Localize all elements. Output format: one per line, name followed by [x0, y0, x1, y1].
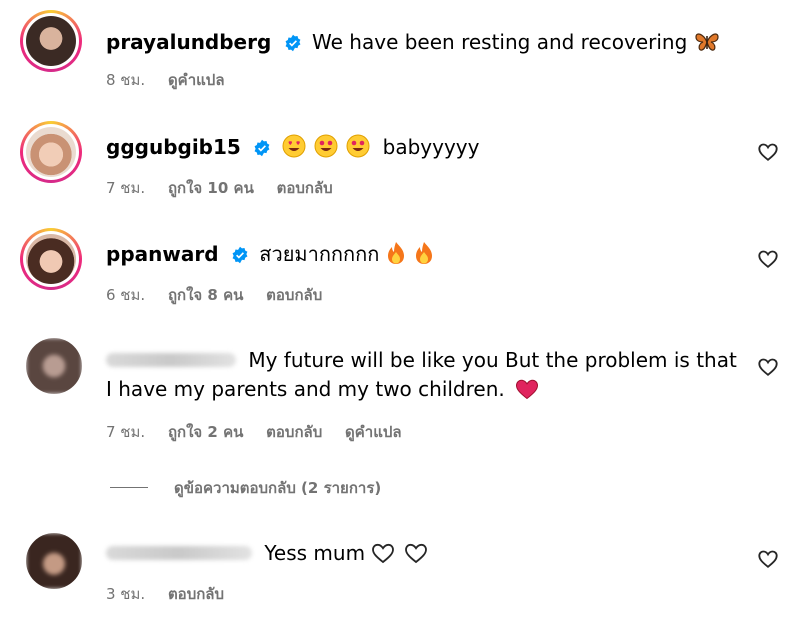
likes-count[interactable]: ถูกใจ 2 คน [168, 423, 243, 441]
comment-line: My future will be like you But the probl… [106, 348, 737, 372]
translate-button[interactable]: ดูคำแปล [168, 71, 225, 89]
verified-badge-icon [232, 246, 248, 264]
verified-badge-icon [254, 139, 270, 157]
avatar[interactable] [20, 121, 82, 183]
comment-meta: 8 ชม. ดูคำแปล [106, 68, 243, 92]
timestamp: 6 ชม. [106, 286, 146, 304]
heart-outline-icon[interactable] [757, 548, 779, 570]
comment-meta: 7 ชม. ถูกใจ 10 คน ตอบกลับ [106, 176, 351, 200]
comment-meta: 6 ชม. ถูกใจ 8 คน ตอบกลับ [106, 283, 340, 307]
reply-button[interactable]: ตอบกลับ [266, 286, 322, 304]
fire-emoji [387, 242, 404, 264]
red-heart-emoji [516, 379, 539, 400]
translate-button[interactable]: ดูคำแปล [345, 423, 402, 441]
heart-outline-icon[interactable] [757, 141, 779, 163]
timestamp: 8 ชม. [106, 71, 146, 89]
avatar[interactable] [26, 533, 82, 589]
verified-badge-icon [285, 34, 301, 52]
comment-line: ppanward สวยมากกกกก [106, 241, 436, 266]
timestamp: 3 ชม. [106, 585, 146, 603]
likes-count[interactable]: ถูกใจ 10 คน [168, 179, 254, 197]
comment-line: I have my parents and my two children. [106, 377, 541, 401]
reply-button[interactable]: ตอบกลับ [266, 423, 322, 441]
username-blurred[interactable] [106, 353, 236, 367]
fire-emoji [416, 242, 433, 264]
comment-text: I have my parents and my two children. [106, 377, 505, 401]
view-replies-button[interactable]: ดูข้อความตอบกลับ (2 รายการ) [110, 476, 381, 500]
comment-line: Yess mum [106, 541, 430, 565]
comment-text: We have been resting and recovering [312, 30, 688, 54]
heart-outline-icon[interactable] [757, 356, 779, 378]
view-replies-label: ดูข้อความตอบกลับ (2 รายการ) [174, 479, 382, 497]
username[interactable]: ppanward [106, 242, 219, 266]
reply-button[interactable]: ตอบกลับ [168, 585, 224, 603]
comment-meta: 3 ชม. ตอบกลับ [106, 582, 242, 606]
white-heart-emoji [404, 543, 427, 564]
likes-count[interactable]: ถูกใจ 8 คน [168, 286, 243, 304]
comment-text: My future will be like you But the probl… [248, 348, 737, 372]
avatar[interactable] [20, 228, 82, 290]
heart-eyes-emoji [282, 134, 306, 158]
white-heart-emoji [372, 543, 395, 564]
username[interactable]: gggubgib15 [106, 135, 241, 159]
comment-line: prayalundberg We have been resting and r… [106, 30, 722, 54]
username[interactable]: prayalundberg [106, 30, 271, 54]
heart-outline-icon[interactable] [757, 248, 779, 270]
username-blurred[interactable] [106, 546, 252, 560]
avatar[interactable] [26, 338, 82, 394]
butterfly-emoji [695, 33, 719, 51]
comment-text: สวยมากกกกก [259, 242, 380, 266]
timestamp: 7 ชม. [106, 423, 146, 441]
comment-text: Yess mum [264, 541, 366, 565]
divider [110, 487, 148, 488]
avatar[interactable] [20, 10, 82, 72]
reply-button[interactable]: ตอบกลับ [277, 179, 333, 197]
timestamp: 7 ชม. [106, 179, 146, 197]
comment-meta: 7 ชม. ถูกใจ 2 คน ตอบกลับ ดูคำแปล [106, 420, 420, 444]
heart-eyes-emoji [346, 134, 370, 158]
comment-text: babyyyyy [382, 135, 480, 159]
comment-line: gggubgib15 babyyyyy [106, 134, 479, 159]
heart-eyes-emoji [314, 134, 338, 158]
